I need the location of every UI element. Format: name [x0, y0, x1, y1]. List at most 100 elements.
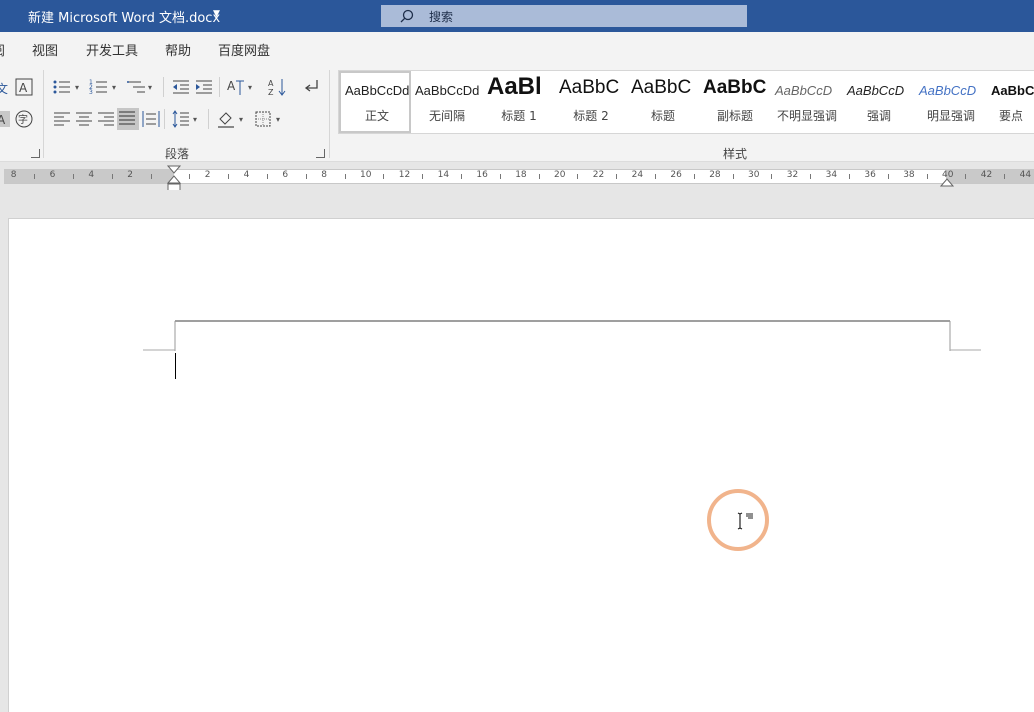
ruler-number: 8: [10, 170, 17, 180]
bullets-icon[interactable]: [52, 77, 72, 97]
style-name: 强调: [866, 109, 891, 123]
chevron-down-icon[interactable]: ▼: [213, 9, 220, 19]
style-subtitle[interactable]: AaBbC 副标题: [699, 71, 771, 133]
ruler-number: 2: [204, 170, 211, 180]
shading-icon[interactable]: [216, 109, 236, 129]
style-sample: AaBbCcDd: [415, 83, 480, 98]
style-sample: AaBbCcD: [847, 83, 905, 98]
ruler-number: 20: [554, 170, 566, 180]
separator: [163, 77, 164, 97]
ruler-number: 30: [748, 170, 760, 180]
font-dialog-launcher-icon[interactable]: [31, 149, 40, 158]
style-sample: AaBbC: [559, 77, 620, 98]
shading-dropdown-icon[interactable]: ▾: [239, 115, 243, 124]
search-placeholder: 搜索: [429, 10, 454, 24]
style-title[interactable]: AaBbC 标题: [627, 71, 699, 133]
svg-text:A: A: [227, 79, 236, 93]
style-name: 要点: [999, 109, 1024, 123]
style-sample: AaBbCcD: [775, 83, 833, 98]
ruler-tick: [693, 174, 695, 179]
chinese-layout-icon[interactable]: A: [226, 77, 246, 97]
ruler-number: 4: [243, 170, 250, 180]
phonetic-guide-icon[interactable]: 文: [0, 78, 14, 98]
justify-icon[interactable]: [117, 108, 139, 130]
ruler-tick: [111, 174, 113, 179]
line-spacing-icon[interactable]: [171, 109, 191, 129]
ruler-tick: [616, 174, 618, 179]
style-normal[interactable]: AaBbCcDd 正文: [339, 71, 411, 133]
line-spacing-dropdown-icon[interactable]: ▾: [193, 115, 197, 124]
ruler-tick: [771, 174, 773, 179]
ruler-number: 18: [515, 170, 527, 180]
character-border-icon[interactable]: A: [14, 77, 34, 97]
numbering-dropdown-icon[interactable]: ▾: [112, 83, 116, 92]
style-intense-emphasis[interactable]: AaBbCcD 明显强调: [915, 71, 987, 133]
ruler-tick: [34, 174, 36, 179]
ruler-tick: [383, 174, 385, 179]
ruler-number: 44: [1019, 170, 1032, 180]
separator: [164, 109, 165, 129]
style-heading-1[interactable]: AaBl 标题 1: [483, 71, 555, 133]
tab-review[interactable]: 阅: [0, 40, 5, 59]
decrease-indent-icon[interactable]: [171, 77, 191, 97]
style-name: 不明显强调: [776, 109, 837, 123]
ruler-number: 28: [709, 170, 721, 180]
ruler-tick: [189, 174, 191, 179]
enclose-characters-icon[interactable]: 字: [14, 109, 34, 129]
document-title: 新建 Microsoft Word 文档.docx: [28, 11, 221, 26]
ruler-tick: [228, 174, 230, 179]
align-center-icon[interactable]: [74, 109, 94, 129]
tab-developer[interactable]: 开发工具: [86, 40, 138, 59]
style-subtle-emphasis[interactable]: AaBbCcD 不明显强调: [771, 71, 843, 133]
ruler-tick: [577, 174, 579, 179]
bullets-dropdown-icon[interactable]: ▾: [75, 83, 79, 92]
ruler-tick: [732, 174, 734, 179]
paragraph-dialog-launcher-icon[interactable]: [316, 149, 325, 158]
style-name: 副标题: [716, 109, 753, 123]
sort-icon[interactable]: AZ: [268, 77, 288, 97]
document-canvas: [0, 190, 1034, 712]
document-page[interactable]: [8, 218, 1034, 712]
tab-help[interactable]: 帮助: [165, 40, 191, 59]
horizontal-ruler[interactable]: 8 6 4 2 2 4 6 8 10 12 14 16 18 20 22 24 26 28 30 32 34 36 38 40…: [4, 169, 1034, 184]
borders-icon[interactable]: [253, 109, 273, 129]
character-shading-icon[interactable]: A: [0, 109, 14, 129]
ruler-number: 38: [903, 170, 915, 180]
style-no-spacing[interactable]: AaBbCcDd 无间隔: [411, 71, 483, 133]
style-sample: AaBbC: [703, 77, 767, 98]
numbering-icon[interactable]: 123: [89, 77, 109, 97]
svg-text:3: 3: [89, 89, 93, 96]
ruler-tick: [461, 174, 462, 179]
ruler-number: 6: [49, 170, 56, 180]
paragraph-group-label: 段落: [165, 147, 190, 161]
indent-marker-icon[interactable]: [166, 165, 182, 193]
tab-baidu-netdisk[interactable]: 百度网盘: [218, 40, 270, 59]
style-strong[interactable]: AaBbCc 要点: [987, 71, 1034, 133]
ruler-tick: [810, 174, 812, 179]
chinese-layout-dropdown-icon[interactable]: ▾: [248, 83, 252, 92]
multilevel-list-icon[interactable]: [127, 77, 147, 97]
i-beam-cursor-icon: [737, 512, 753, 530]
right-indent-marker-icon[interactable]: [939, 176, 955, 188]
ruler-number: 6: [282, 170, 289, 180]
style-name: 正文: [364, 109, 389, 123]
style-emphasis[interactable]: AaBbCcD 强调: [843, 71, 915, 133]
ruler-number: 34: [825, 170, 838, 180]
align-right-icon[interactable]: [96, 109, 116, 129]
ruler-tick: [1004, 174, 1006, 179]
distributed-icon[interactable]: [141, 109, 161, 129]
search-box[interactable]: 搜索: [381, 5, 747, 27]
ruler-tick: [73, 174, 74, 179]
increase-indent-icon[interactable]: [194, 77, 214, 97]
style-sample: AaBbCcDd: [345, 83, 410, 98]
multilevel-dropdown-icon[interactable]: ▾: [148, 83, 152, 92]
ruler-tick: [887, 174, 889, 179]
align-left-icon[interactable]: [52, 109, 72, 129]
borders-dropdown-icon[interactable]: ▾: [276, 115, 280, 124]
show-formatting-marks-icon[interactable]: [301, 77, 321, 97]
ruler-number: 22: [592, 170, 605, 180]
ruler-number: 16: [476, 170, 488, 180]
tab-view[interactable]: 视图: [32, 40, 58, 59]
style-name: 标题 1: [501, 109, 537, 123]
style-heading-2[interactable]: AaBbC 标题 2: [555, 71, 627, 133]
